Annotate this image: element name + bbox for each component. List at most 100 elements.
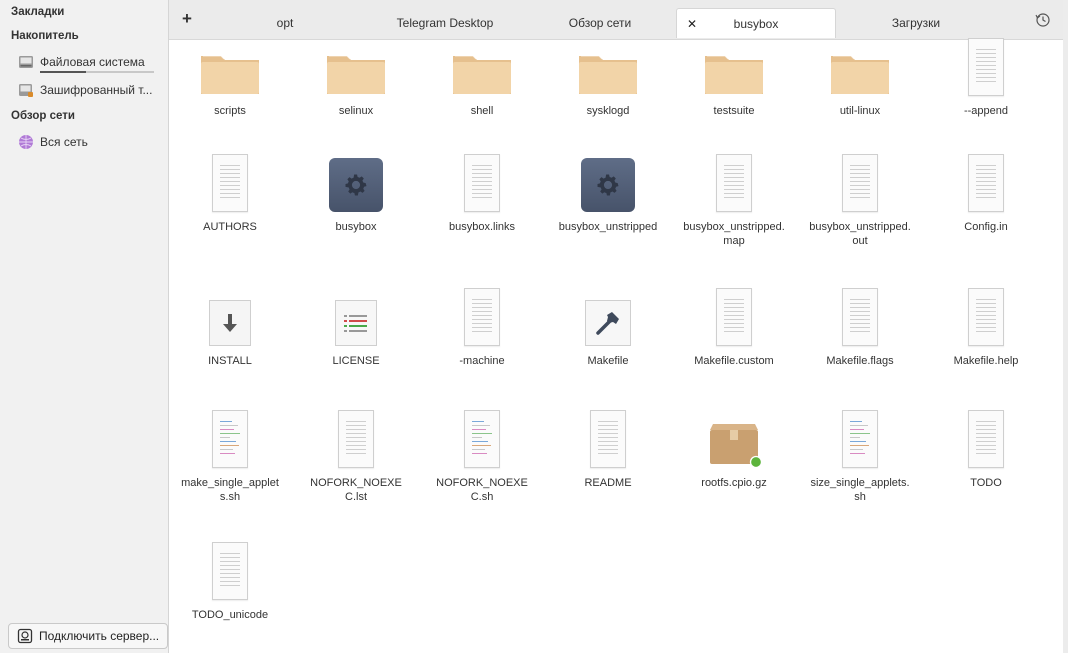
file-label: busybox_unstripped [558, 221, 658, 233]
file-label: README [584, 477, 632, 489]
file-item[interactable]: make_single_applets.sh [175, 406, 285, 504]
file-label: Makefile.custom [694, 355, 774, 367]
new-tab-button[interactable]: + [177, 9, 197, 29]
file-icon-wrap [805, 284, 915, 346]
connect-server-label: Подключить сервер... [39, 629, 160, 643]
file-icon-wrap [175, 406, 285, 468]
file-item[interactable]: size_single_applets.sh [805, 406, 915, 504]
sidebar-item-label: Зашифрованный т... [40, 83, 153, 97]
file-icon-wrap [931, 150, 1041, 212]
connect-server-button[interactable]: Подключить сервер... [8, 623, 168, 649]
file-icon-wrap [427, 406, 537, 468]
file-icon-wrap [553, 34, 663, 96]
drive-icon [18, 54, 34, 70]
file-icon-wrap [679, 406, 789, 469]
text-file-icon [590, 410, 626, 468]
file-item[interactable]: Makefile.help [931, 284, 1041, 368]
install-download-icon [209, 300, 251, 346]
file-icon-wrap [301, 406, 411, 468]
text-file-icon [464, 154, 500, 212]
file-item[interactable]: rootfs.cpio.gz [679, 406, 789, 490]
file-item[interactable]: NOFORK_NOEXEC.lst [301, 406, 411, 504]
file-label: Makefile [587, 355, 629, 367]
text-file-icon [968, 410, 1004, 468]
file-label: TODO_unicode [191, 609, 269, 621]
file-item[interactable]: busybox_unstripped [553, 150, 663, 234]
file-item[interactable]: Makefile.flags [805, 284, 915, 368]
file-item[interactable]: README [553, 406, 663, 490]
file-icon-wrap [175, 538, 285, 600]
file-item[interactable]: selinux [301, 34, 411, 118]
folder-icon [199, 50, 261, 96]
file-label: testsuite [713, 105, 755, 117]
file-label: util-linux [839, 105, 881, 117]
file-label: Makefile.help [953, 355, 1019, 367]
file-item[interactable]: Makefile [553, 284, 663, 368]
folder-icon [577, 50, 639, 96]
text-file-icon [338, 410, 374, 468]
file-icon-wrap [175, 34, 285, 96]
file-label: scripts [214, 105, 246, 117]
file-label: busybox.links [448, 221, 516, 233]
file-label: TODO [970, 477, 1002, 489]
file-item[interactable]: INSTALL [175, 284, 285, 368]
sidebar-item-encrypted[interactable]: Зашифрованный т... [0, 76, 168, 104]
file-label: -machine [459, 355, 505, 367]
file-item[interactable]: util-linux [805, 34, 915, 118]
file-item[interactable]: busybox.links [427, 150, 537, 234]
file-icon-wrap [553, 150, 663, 212]
tab-label: busybox [733, 17, 779, 31]
file-icon-wrap [679, 284, 789, 346]
file-item[interactable]: TODO [931, 406, 1041, 490]
network-icon [18, 134, 34, 150]
executable-gear-icon [329, 158, 383, 212]
history-icon[interactable] [1035, 12, 1051, 28]
sidebar-heading-network: Обзор сети [11, 110, 75, 122]
file-label: shell [470, 105, 494, 117]
file-item[interactable]: busybox [301, 150, 411, 234]
sidebar-item-label: Вся сеть [40, 135, 88, 149]
text-file-icon [968, 288, 1004, 346]
text-file-icon [716, 288, 752, 346]
tab-label: Обзор сети [568, 16, 632, 30]
file-icon-wrap [931, 284, 1041, 346]
sidebar-item-entire-network[interactable]: Вся сеть [0, 128, 168, 156]
text-file-icon [716, 154, 752, 212]
file-item[interactable]: busybox_unstripped.out [805, 150, 915, 248]
file-label: busybox_unstripped.out [809, 221, 911, 247]
file-icon-wrap [427, 150, 537, 212]
file-item[interactable]: LICENSE [301, 284, 411, 368]
file-item[interactable]: Config.in [931, 150, 1041, 234]
server-icon [17, 628, 33, 644]
file-item[interactable]: NOFORK_NOEXEC.sh [427, 406, 537, 504]
file-item[interactable]: shell [427, 34, 537, 118]
script-file-icon [842, 410, 878, 468]
file-icon-wrap [175, 150, 285, 212]
text-file-icon [212, 542, 248, 600]
file-icon-wrap [301, 150, 411, 212]
file-icon-wrap [805, 34, 915, 96]
file-icon-wrap [553, 284, 663, 346]
file-icon-wrap [175, 284, 285, 346]
file-label: rootfs.cpio.gz [701, 477, 767, 489]
file-item[interactable]: --append [931, 34, 1041, 118]
file-item[interactable]: sysklogd [553, 34, 663, 118]
file-item[interactable]: scripts [175, 34, 285, 118]
file-item[interactable]: -machine [427, 284, 537, 368]
file-label: NOFORK_NOEXEC.sh [436, 477, 528, 503]
file-label: Config.in [964, 221, 1008, 233]
file-icon-wrap [427, 284, 537, 346]
file-item[interactable]: AUTHORS [175, 150, 285, 234]
file-label: busybox [335, 221, 377, 233]
file-view: + opt Telegram Desktop Обзор сети ✕ busy… [168, 0, 1063, 653]
file-icon-wrap [805, 150, 915, 212]
file-item[interactable]: testsuite [679, 34, 789, 118]
file-icon-wrap [301, 34, 411, 96]
file-item[interactable]: busybox_unstripped.map [679, 150, 789, 248]
sidebar-item-filesystem[interactable]: Файловая система [0, 48, 168, 76]
file-item[interactable]: Makefile.custom [679, 284, 789, 368]
file-icon-wrap [679, 34, 789, 96]
file-item[interactable]: TODO_unicode [175, 538, 285, 622]
file-label: make_single_applets.sh [181, 477, 279, 503]
file-icon-wrap [805, 406, 915, 468]
